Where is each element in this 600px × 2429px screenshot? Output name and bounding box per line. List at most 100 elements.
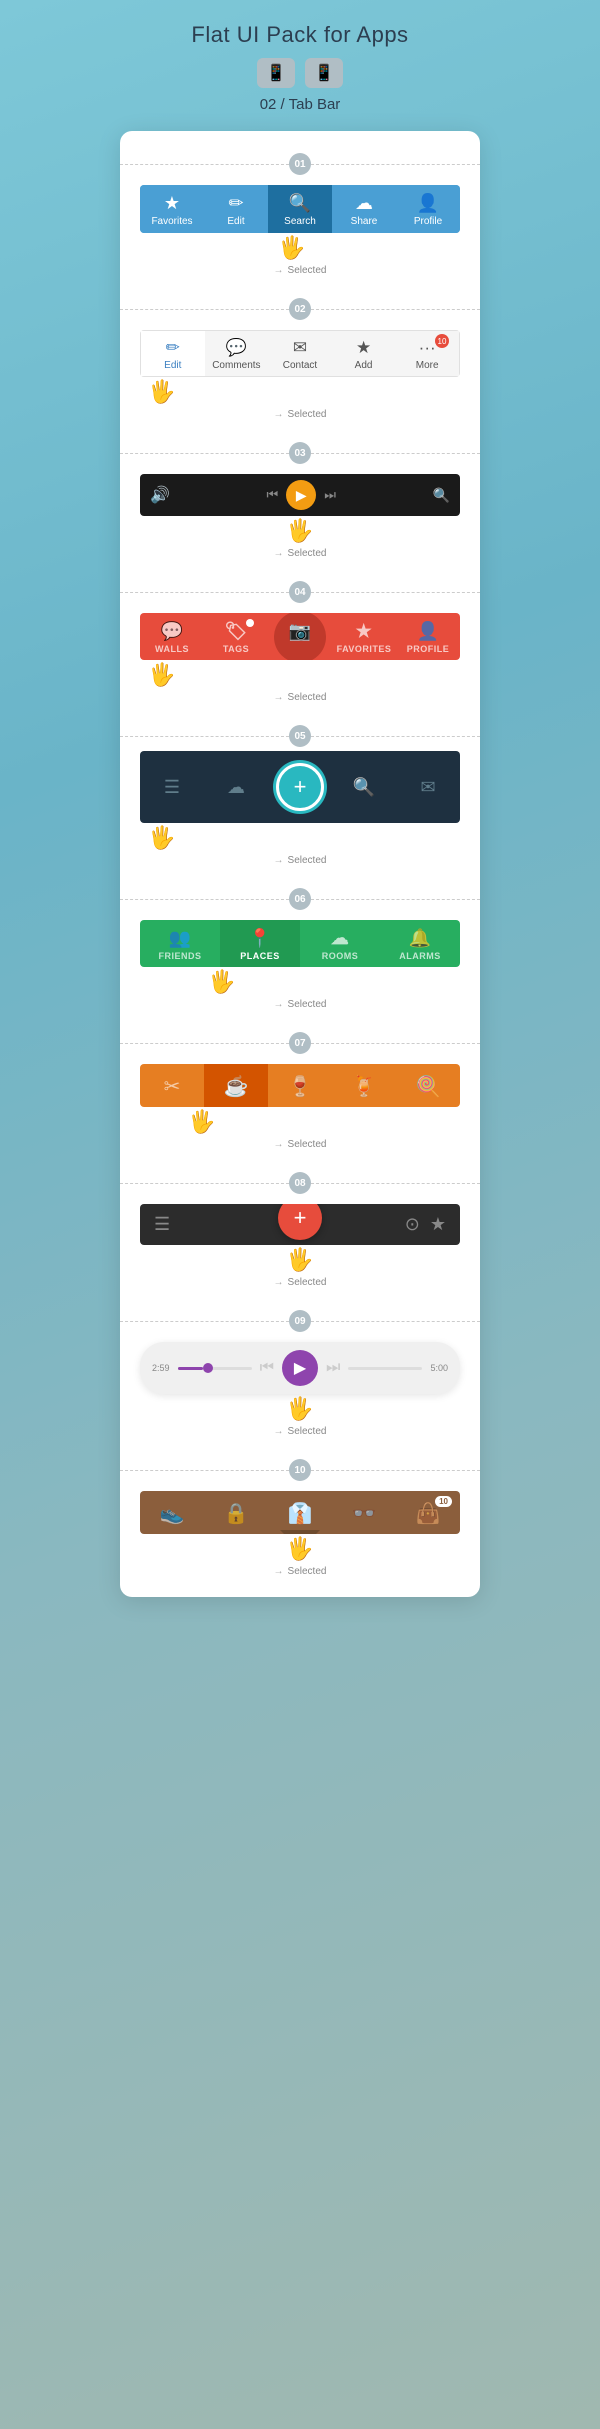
- tabbar-7: ✂ ☕ 🍷 🍹 🍭: [140, 1064, 460, 1107]
- tabbar-9: 2:59 ⏮ ▶ ⏭ 5:00: [140, 1342, 460, 1394]
- walls-icon: 💬: [161, 621, 184, 642]
- tab4-tags-label: TAGS: [223, 644, 249, 654]
- tab7-coffee[interactable]: ☕: [204, 1064, 268, 1107]
- media-search-icon[interactable]: 🔍: [433, 487, 450, 504]
- hamburger-icon[interactable]: ☰: [154, 1214, 170, 1235]
- tab5-cloud[interactable]: ☁: [204, 769, 268, 806]
- step-badge-3: 03: [289, 442, 311, 464]
- tab10-tie[interactable]: 👔: [268, 1491, 332, 1534]
- star-icon: ★: [164, 193, 180, 214]
- selected-text-1: Selected: [288, 265, 327, 276]
- selected-text-6: Selected: [288, 999, 327, 1010]
- dotted-line-right-8: [311, 1183, 480, 1184]
- tab6-places[interactable]: 📍 PLACES: [220, 920, 300, 967]
- tab8-right: ⊙ ★: [334, 1204, 460, 1245]
- tab6-alarms[interactable]: 🔔 ALARMS: [380, 920, 460, 967]
- play-button[interactable]: ▶: [286, 480, 316, 510]
- add-circle: +: [276, 763, 324, 811]
- arrow-icon-8: →: [274, 1277, 284, 1288]
- tab4-profile-label: PROFILE: [407, 644, 450, 654]
- add-center-button[interactable]: +: [278, 1204, 322, 1240]
- hand-pointer-7: 🖐: [188, 1109, 215, 1135]
- tab4-favorites-label: FAVORITES: [337, 644, 392, 654]
- tab2-more[interactable]: 10 ··· More: [395, 331, 459, 376]
- tab-edit[interactable]: ✏ Edit: [204, 185, 268, 233]
- tab2-edit-label: Edit: [164, 360, 181, 371]
- step-badge-7: 07: [289, 1032, 311, 1054]
- tab10-lock[interactable]: 🔒: [204, 1491, 268, 1534]
- tab5-add[interactable]: +: [268, 755, 332, 819]
- tab2-more-label: More: [416, 360, 439, 371]
- dotted-line-left-9: [120, 1321, 289, 1322]
- volume-icon[interactable]: 🔊: [150, 485, 170, 505]
- edit2-icon: ✏: [166, 338, 180, 358]
- play-button-9[interactable]: ▶: [282, 1350, 318, 1386]
- forward-icon[interactable]: ⏭: [324, 487, 336, 503]
- tab-share[interactable]: ☁ Share: [332, 185, 396, 233]
- tab4-favorites[interactable]: ★ FAVORITES: [332, 613, 396, 660]
- tab7-candy[interactable]: 🍭: [396, 1064, 460, 1107]
- more-icon: ···: [419, 338, 436, 358]
- dotted-line-left-10: [120, 1470, 289, 1471]
- tab5-search[interactable]: 🔍: [332, 769, 396, 806]
- profile-icon: 👤: [417, 193, 439, 214]
- hand-pointer-8: 🖐: [286, 1247, 313, 1273]
- tab5-mail[interactable]: ✉: [396, 769, 460, 806]
- tab2-add[interactable]: ★ Add: [332, 331, 396, 376]
- selected-label-5: → Selected: [274, 855, 327, 866]
- tab6-rooms[interactable]: ☁ ROOMS: [300, 920, 380, 967]
- tags-icon: 🏷: [224, 621, 247, 642]
- selected-label-7: → Selected: [274, 1139, 327, 1150]
- cutlery-icon: ✂: [164, 1074, 181, 1099]
- tab2-edit[interactable]: ✏ Edit: [141, 331, 205, 376]
- tab7-wine[interactable]: 🍷: [268, 1064, 332, 1107]
- tab10-glasses[interactable]: 👓: [332, 1491, 396, 1534]
- selected-text-2: Selected: [288, 409, 327, 420]
- tab10-bag[interactable]: 10 👜: [396, 1491, 460, 1534]
- arrow-icon-3: →: [274, 548, 284, 559]
- tab10-shoes[interactable]: 👟: [140, 1491, 204, 1534]
- tab6-friends[interactable]: 👥 FRIENDS: [140, 920, 220, 967]
- tab2-contact[interactable]: ✉ Contact: [268, 331, 332, 376]
- tab-favorites[interactable]: ★ Favorites: [140, 185, 204, 233]
- selected-label-6: → Selected: [274, 999, 327, 1010]
- arrow-icon-6: →: [274, 999, 284, 1010]
- tab-favorites-label: Favorites: [151, 216, 192, 227]
- tab4-camera[interactable]: 📷: [268, 613, 332, 660]
- selected-label-3: → Selected: [274, 548, 327, 559]
- rooms-icon: ☁: [331, 928, 350, 949]
- tab-profile[interactable]: 👤 Profile: [396, 185, 460, 233]
- section-10: 10 👟 🔒 👔 👓 10 👜 🖐 → Selected: [120, 1437, 480, 1577]
- tab5-list[interactable]: ☰: [140, 769, 204, 806]
- tab2-comments[interactable]: 💬 Comments: [205, 331, 269, 376]
- next-icon[interactable]: ⏭: [326, 1359, 340, 1377]
- tab7-cutlery[interactable]: ✂: [140, 1064, 204, 1107]
- more-badge: 10: [435, 334, 449, 348]
- tabbar-6: 👥 FRIENDS 📍 PLACES ☁ ROOMS 🔔 ALARMS: [140, 920, 460, 967]
- prev-icon[interactable]: ⏮: [260, 1359, 274, 1377]
- dotted-line-right-5: [311, 736, 480, 737]
- hand-pointer-3: 🖐: [286, 518, 313, 544]
- section-1: 01 ★ Favorites ✏ Edit 🔍 Search ☁ Share 👤: [120, 131, 480, 276]
- tab4-profile[interactable]: 👤 PROFILE: [396, 613, 460, 660]
- dotted-line-right-6: [311, 899, 480, 900]
- progress-bar[interactable]: [178, 1367, 252, 1370]
- time-left: 2:59: [152, 1363, 170, 1373]
- tab-search[interactable]: 🔍 Search: [268, 185, 332, 233]
- progress-thumb[interactable]: [203, 1363, 213, 1373]
- tab4-walls[interactable]: 💬 WALLS: [140, 613, 204, 660]
- section-6: 06 👥 FRIENDS 📍 PLACES ☁ ROOMS 🔔 ALARMS 🖐: [120, 866, 480, 1010]
- dotted-line-left-1: [120, 164, 289, 165]
- tab7-cocktail[interactable]: 🍹: [332, 1064, 396, 1107]
- target-icon[interactable]: ⊙: [405, 1214, 420, 1235]
- arrow-icon-5: →: [274, 855, 284, 866]
- time-right: 5:00: [430, 1363, 448, 1373]
- notif-dot: [246, 619, 254, 627]
- tab4-tags[interactable]: 🏷 TAGS: [204, 613, 268, 660]
- tab2-comments-label: Comments: [212, 360, 260, 371]
- star8-icon[interactable]: ★: [430, 1214, 446, 1235]
- contact-icon: ✉: [293, 338, 307, 358]
- dotted-line-right-1: [311, 164, 480, 165]
- rewind-icon[interactable]: ⏮: [267, 487, 279, 503]
- arrow-icon-7: →: [274, 1139, 284, 1150]
